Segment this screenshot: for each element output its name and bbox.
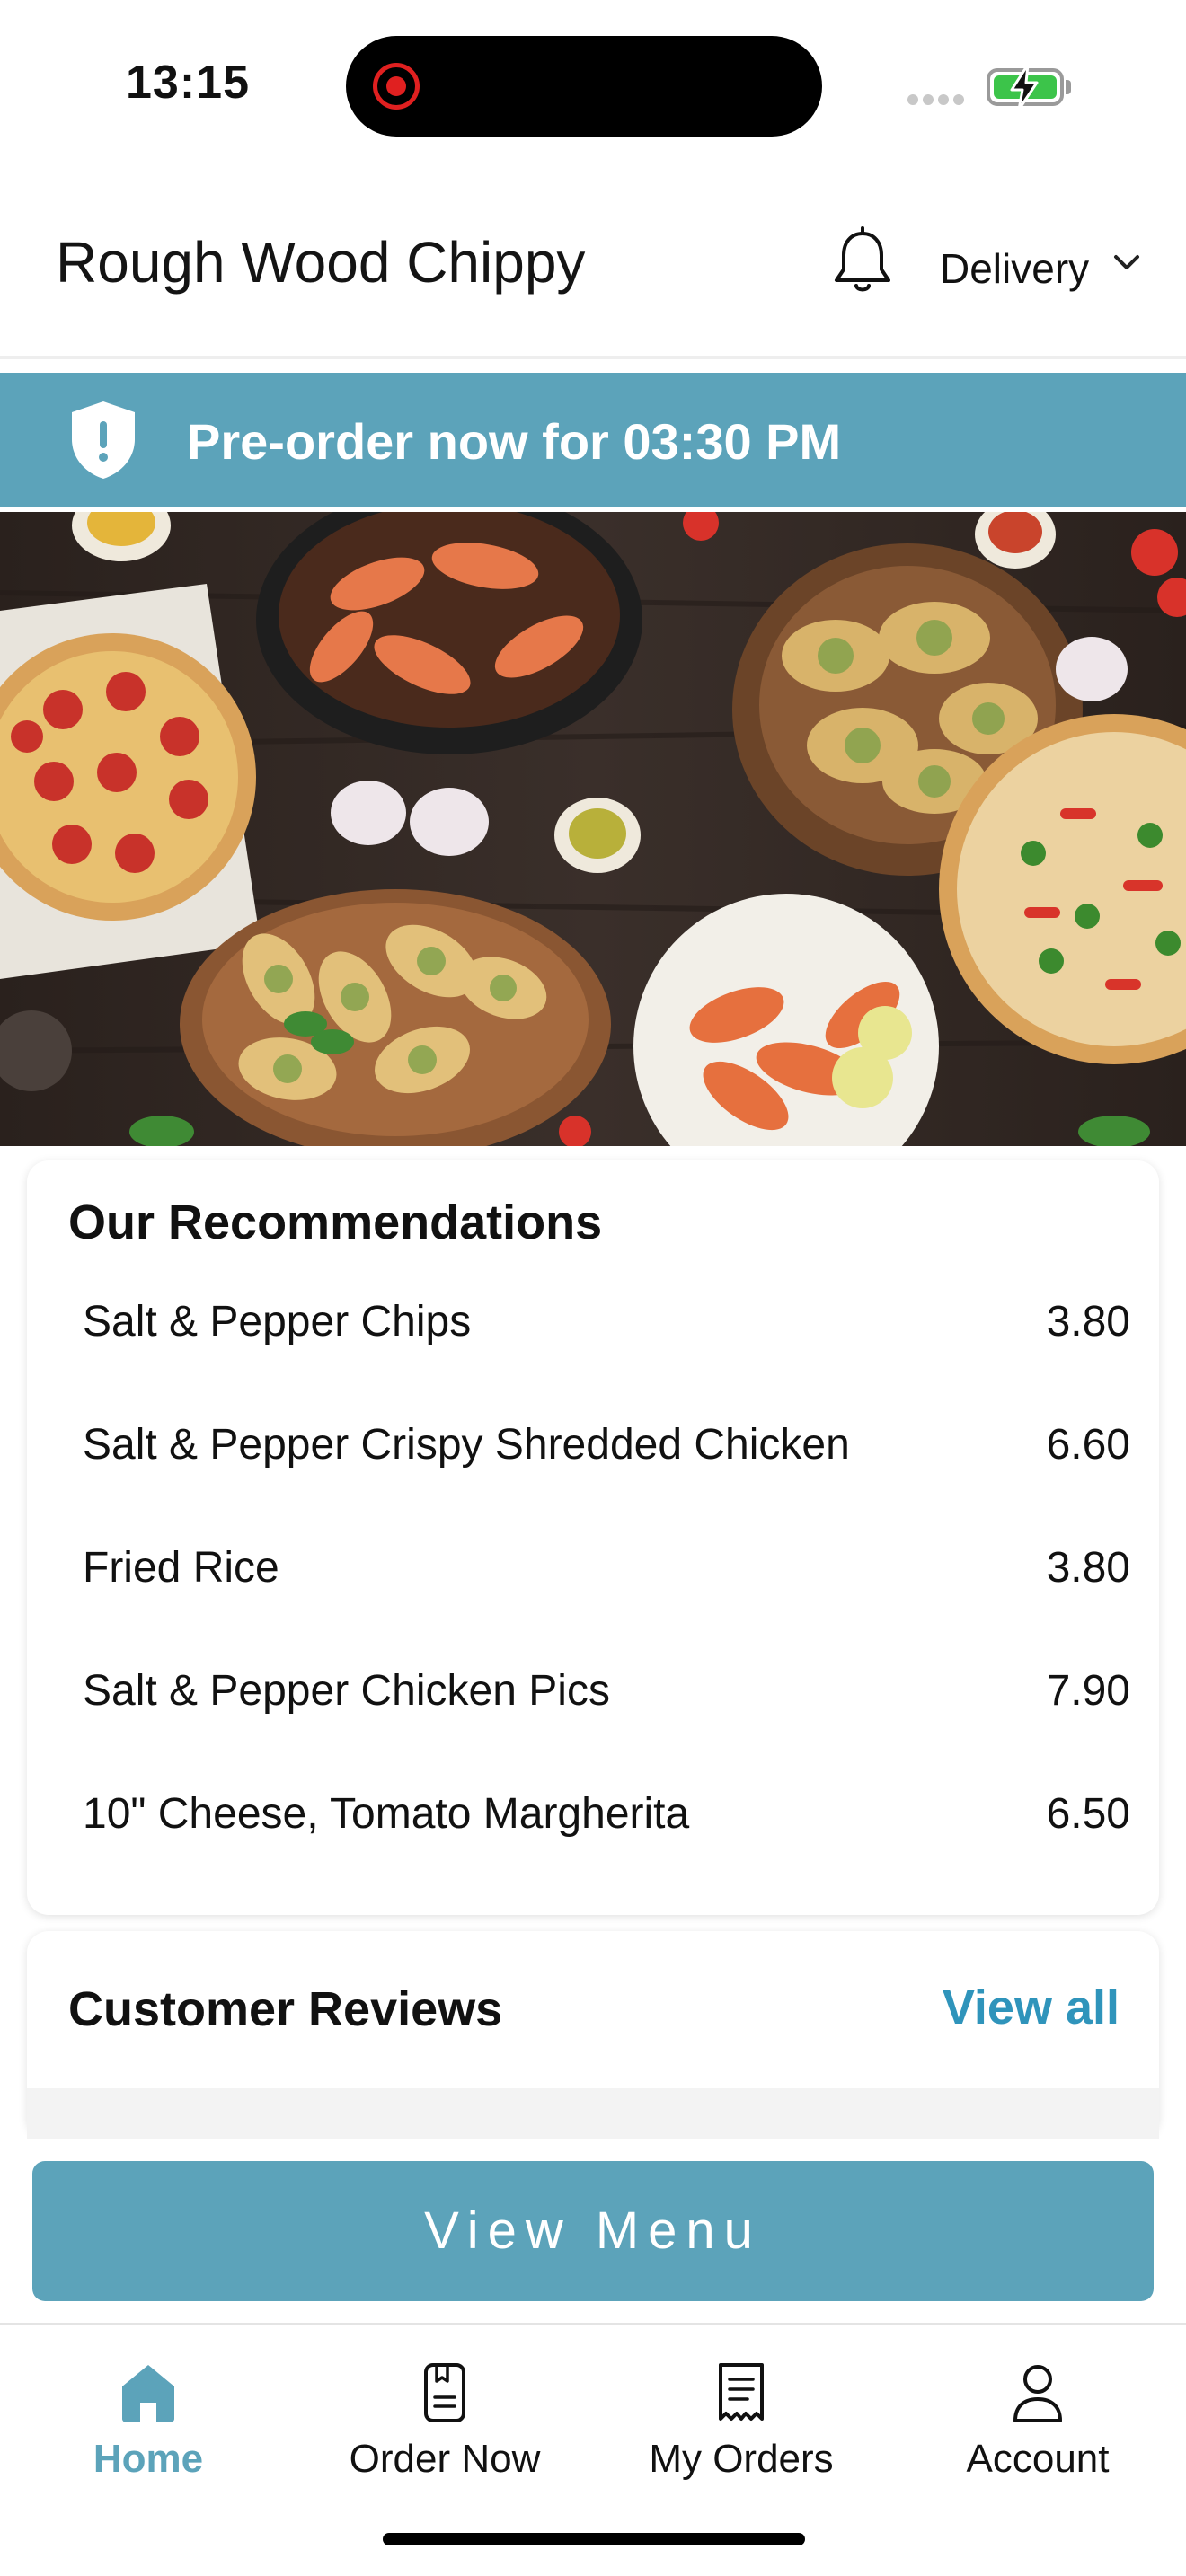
cta-area: View Menu [0,2139,1186,2321]
item-price: 7.90 [1046,1667,1130,1715]
recommendation-item[interactable]: Salt & Pepper Chips 3.80 [83,1284,1130,1356]
item-price: 3.80 [1046,1544,1130,1592]
home-indicator [383,2533,805,2545]
recording-icon [373,63,420,110]
recommendation-item[interactable]: 10" Cheese, Tomato Margherita 6.50 [83,1777,1130,1848]
dynamic-island [346,36,822,137]
nav-label-home: Home [93,2437,204,2481]
item-name: Salt & Pepper Chicken Pics [83,1667,610,1715]
charging-bolt-icon [1010,63,1039,111]
view-menu-button[interactable]: View Menu [32,2161,1154,2301]
shield-alert-icon [72,401,135,479]
nav-label-my-orders: My Orders [649,2437,834,2481]
view-all-reviews-link[interactable]: View all [943,1980,1120,2035]
recommendation-item[interactable]: Salt & Pepper Chicken Pics 7.90 [83,1654,1130,1725]
item-name: Salt & Pepper Chips [83,1298,472,1345]
battery-cap [1066,80,1071,94]
home-icon [122,2365,174,2422]
order-icon [424,2363,465,2422]
customer-reviews-card: Customer Reviews View all [27,1931,1159,2142]
recommendations-title: Our Recommendations [68,1195,603,1249]
status-bar: 13:15 [0,0,1186,171]
hero-food-image [0,512,1186,1146]
item-price: 3.80 [1046,1298,1130,1345]
nav-order-now[interactable]: Order Now [296,2361,593,2505]
nav-home[interactable]: Home [0,2361,296,2505]
nav-label-account: Account [966,2437,1110,2481]
item-price: 6.50 [1046,1790,1130,1838]
recommendation-item[interactable]: Salt & Pepper Crispy Shredded Chicken 6.… [83,1407,1130,1479]
recommendation-item[interactable]: Fried Rice 3.80 [83,1531,1130,1602]
account-icon [1013,2365,1062,2422]
order-mode-selector[interactable]: Delivery [940,244,1089,293]
nav-account[interactable]: Account [890,2361,1186,2505]
reviews-title: Customer Reviews [68,1982,503,2036]
item-price: 6.60 [1046,1421,1130,1469]
restaurant-name: Rough Wood Chippy [56,230,586,295]
receipt-icon [719,2363,764,2421]
bell-icon[interactable] [831,226,894,298]
nav-my-orders[interactable]: My Orders [593,2361,890,2505]
preorder-text: Pre-order now for 03:30 PM [187,413,842,470]
app-header: Rough Wood Chippy Delivery [0,171,1186,359]
recommendations-card: Our Recommendations Salt & Pepper Chips … [27,1160,1159,1915]
preorder-banner[interactable]: Pre-order now for 03:30 PM [0,373,1186,507]
item-name: Salt & Pepper Crispy Shredded Chicken [83,1421,850,1469]
signal-icon [907,93,970,105]
reviews-list [27,2088,1159,2142]
nav-label-order-now: Order Now [349,2437,541,2481]
item-name: Fried Rice [83,1544,279,1592]
item-name: 10" Cheese, Tomato Margherita [83,1790,690,1838]
chevron-down-icon[interactable] [1111,246,1143,278]
status-time: 13:15 [126,57,250,109]
